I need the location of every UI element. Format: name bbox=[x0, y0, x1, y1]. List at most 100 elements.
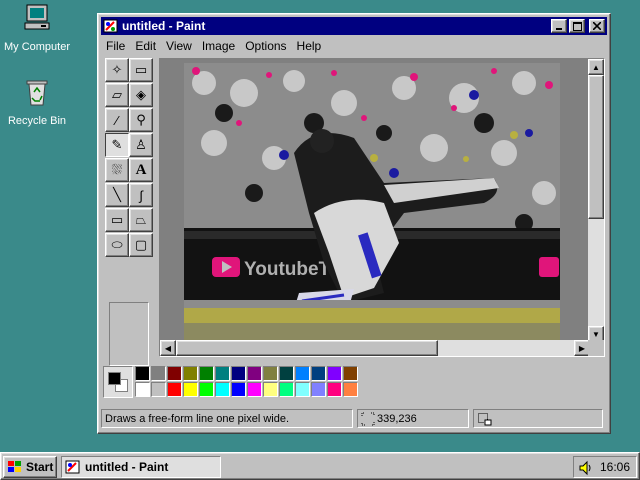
minimize-button[interactable] bbox=[551, 19, 567, 33]
arrow-up-icon: ▲ bbox=[592, 62, 600, 72]
scroll-corner bbox=[588, 340, 604, 356]
tool-magnifier[interactable]: ⚲ bbox=[129, 108, 153, 132]
desktop-icon-recycle-bin[interactable]: Recycle Bin bbox=[0, 76, 77, 127]
tool-brush[interactable]: ♙ bbox=[129, 133, 153, 157]
palette-swatch[interactable] bbox=[167, 366, 182, 381]
palette-swatch[interactable] bbox=[295, 366, 310, 381]
palette-swatch[interactable] bbox=[343, 366, 358, 381]
menu-image[interactable]: Image bbox=[197, 39, 240, 53]
status-bar: Draws a free-form line one pixel wide. 3… bbox=[101, 407, 607, 429]
tool-curve[interactable]: ∫ bbox=[129, 183, 153, 207]
cursor-position-icon bbox=[361, 412, 375, 425]
coords-value: 339,236 bbox=[377, 412, 417, 425]
tool-fill-with-color[interactable]: ◈ bbox=[129, 83, 153, 107]
palette-swatch[interactable] bbox=[343, 382, 358, 397]
tool-ellipse[interactable]: ⬭ bbox=[105, 233, 129, 257]
vertical-scroll-thumb[interactable] bbox=[588, 75, 604, 219]
start-button[interactable]: Start bbox=[3, 456, 57, 478]
tool-line[interactable]: ╲ bbox=[105, 183, 129, 207]
palette-swatch[interactable] bbox=[151, 382, 166, 397]
menu-help[interactable]: Help bbox=[292, 39, 327, 53]
palette-swatch[interactable] bbox=[215, 366, 230, 381]
palette-swatch[interactable] bbox=[199, 366, 214, 381]
vertical-scrollbar[interactable]: ▲ ▼ bbox=[588, 59, 604, 342]
desktop-icon-my-computer[interactable]: My Computer bbox=[0, 2, 77, 53]
windows-logo-icon bbox=[8, 461, 21, 472]
palette-swatch[interactable] bbox=[263, 366, 278, 381]
posterized-photo: YoutubeT bbox=[184, 63, 560, 340]
rounded-rectangle-icon: ▢ bbox=[134, 237, 148, 252]
current-colors[interactable] bbox=[103, 366, 133, 398]
palette-swatch[interactable] bbox=[151, 366, 166, 381]
maximize-button[interactable] bbox=[569, 19, 585, 33]
arrow-down-icon: ▼ bbox=[592, 329, 600, 339]
palette-swatch[interactable] bbox=[263, 382, 278, 397]
tool-rounded-rectangle[interactable]: ▢ bbox=[129, 233, 153, 257]
free-form-select-icon: ✧ bbox=[111, 62, 123, 77]
tool-text[interactable]: A bbox=[129, 158, 153, 182]
tool-select[interactable]: ▭ bbox=[129, 58, 153, 82]
palette-swatch[interactable] bbox=[215, 382, 230, 397]
window-title: untitled - Paint bbox=[122, 19, 206, 33]
taskbar-button-paint[interactable]: untitled - Paint bbox=[61, 456, 221, 478]
palette-swatch[interactable] bbox=[183, 366, 198, 381]
tool-pick-color[interactable]: ⁄ bbox=[105, 108, 129, 132]
start-label: Start bbox=[26, 460, 54, 474]
canvas-area: YoutubeT ▲ ▼ ◀ ▶ bbox=[159, 58, 605, 357]
palette-swatch[interactable] bbox=[167, 382, 182, 397]
palette-swatch[interactable] bbox=[295, 382, 310, 397]
color-palette bbox=[103, 366, 363, 400]
scroll-left-button[interactable]: ◀ bbox=[160, 340, 176, 356]
menu-file[interactable]: File bbox=[101, 39, 130, 53]
text-icon: A bbox=[135, 161, 147, 178]
tool-options-box[interactable] bbox=[109, 302, 149, 366]
eraser-icon: ▱ bbox=[112, 87, 122, 102]
palette-swatch[interactable] bbox=[135, 382, 150, 397]
palette-swatch[interactable] bbox=[247, 382, 262, 397]
tool-rectangle[interactable]: ▭ bbox=[105, 208, 129, 232]
canvas-image[interactable]: YoutubeT bbox=[184, 63, 560, 340]
palette-swatch[interactable] bbox=[311, 366, 326, 381]
palette-swatch[interactable] bbox=[327, 366, 342, 381]
toolbox: ✧ ▭ ▱ ◈ ⁄ ⚲ ✎ ♙ ⛆ A ╲ ∫ ▭ ⏢ ⬭ ▢ bbox=[103, 56, 155, 366]
menu-options[interactable]: Options bbox=[240, 39, 291, 53]
palette-swatch[interactable] bbox=[231, 366, 246, 381]
palette-swatch[interactable] bbox=[279, 366, 294, 381]
recycle-bin-icon bbox=[26, 80, 48, 106]
maximize-icon bbox=[572, 21, 582, 31]
close-button[interactable] bbox=[589, 19, 605, 33]
desktop-icon-label: My Computer bbox=[3, 41, 71, 53]
tool-polygon[interactable]: ⏢ bbox=[129, 208, 153, 232]
ellipse-icon: ⬭ bbox=[111, 237, 123, 252]
tool-eraser[interactable]: ▱ bbox=[105, 83, 129, 107]
horizontal-scroll-thumb[interactable] bbox=[176, 340, 438, 356]
palette-swatch[interactable] bbox=[279, 382, 294, 397]
palette-swatch[interactable] bbox=[327, 382, 342, 397]
palette-swatch[interactable] bbox=[247, 366, 262, 381]
volume-icon[interactable] bbox=[578, 460, 594, 476]
minimize-icon bbox=[556, 28, 562, 30]
title-bar[interactable]: untitled - Paint bbox=[101, 17, 607, 35]
close-icon bbox=[593, 22, 601, 30]
line-icon: ╲ bbox=[113, 187, 121, 202]
pick-color-icon: ⁄ bbox=[115, 112, 119, 128]
computer-icon bbox=[24, 4, 50, 30]
palette-swatch[interactable] bbox=[135, 366, 150, 381]
scroll-up-button[interactable]: ▲ bbox=[588, 59, 604, 75]
tool-airbrush[interactable]: ⛆ bbox=[105, 158, 129, 182]
system-tray: 16:06 bbox=[573, 456, 637, 478]
tool-pencil[interactable]: ✎ bbox=[105, 133, 129, 157]
status-size bbox=[473, 409, 603, 428]
palette-swatch[interactable] bbox=[231, 382, 246, 397]
palette-swatch[interactable] bbox=[183, 382, 198, 397]
clock[interactable]: 16:06 bbox=[600, 460, 630, 474]
horizontal-scrollbar[interactable]: ◀ ▶ bbox=[160, 340, 590, 356]
menu-edit[interactable]: Edit bbox=[130, 39, 161, 53]
foreground-color bbox=[108, 372, 121, 385]
menu-view[interactable]: View bbox=[161, 39, 197, 53]
taskbar: Start untitled - Paint 16:06 bbox=[0, 452, 640, 480]
task-label: untitled - Paint bbox=[85, 460, 169, 474]
palette-swatch[interactable] bbox=[199, 382, 214, 397]
palette-swatch[interactable] bbox=[311, 382, 326, 397]
tool-free-form-select[interactable]: ✧ bbox=[105, 58, 129, 82]
